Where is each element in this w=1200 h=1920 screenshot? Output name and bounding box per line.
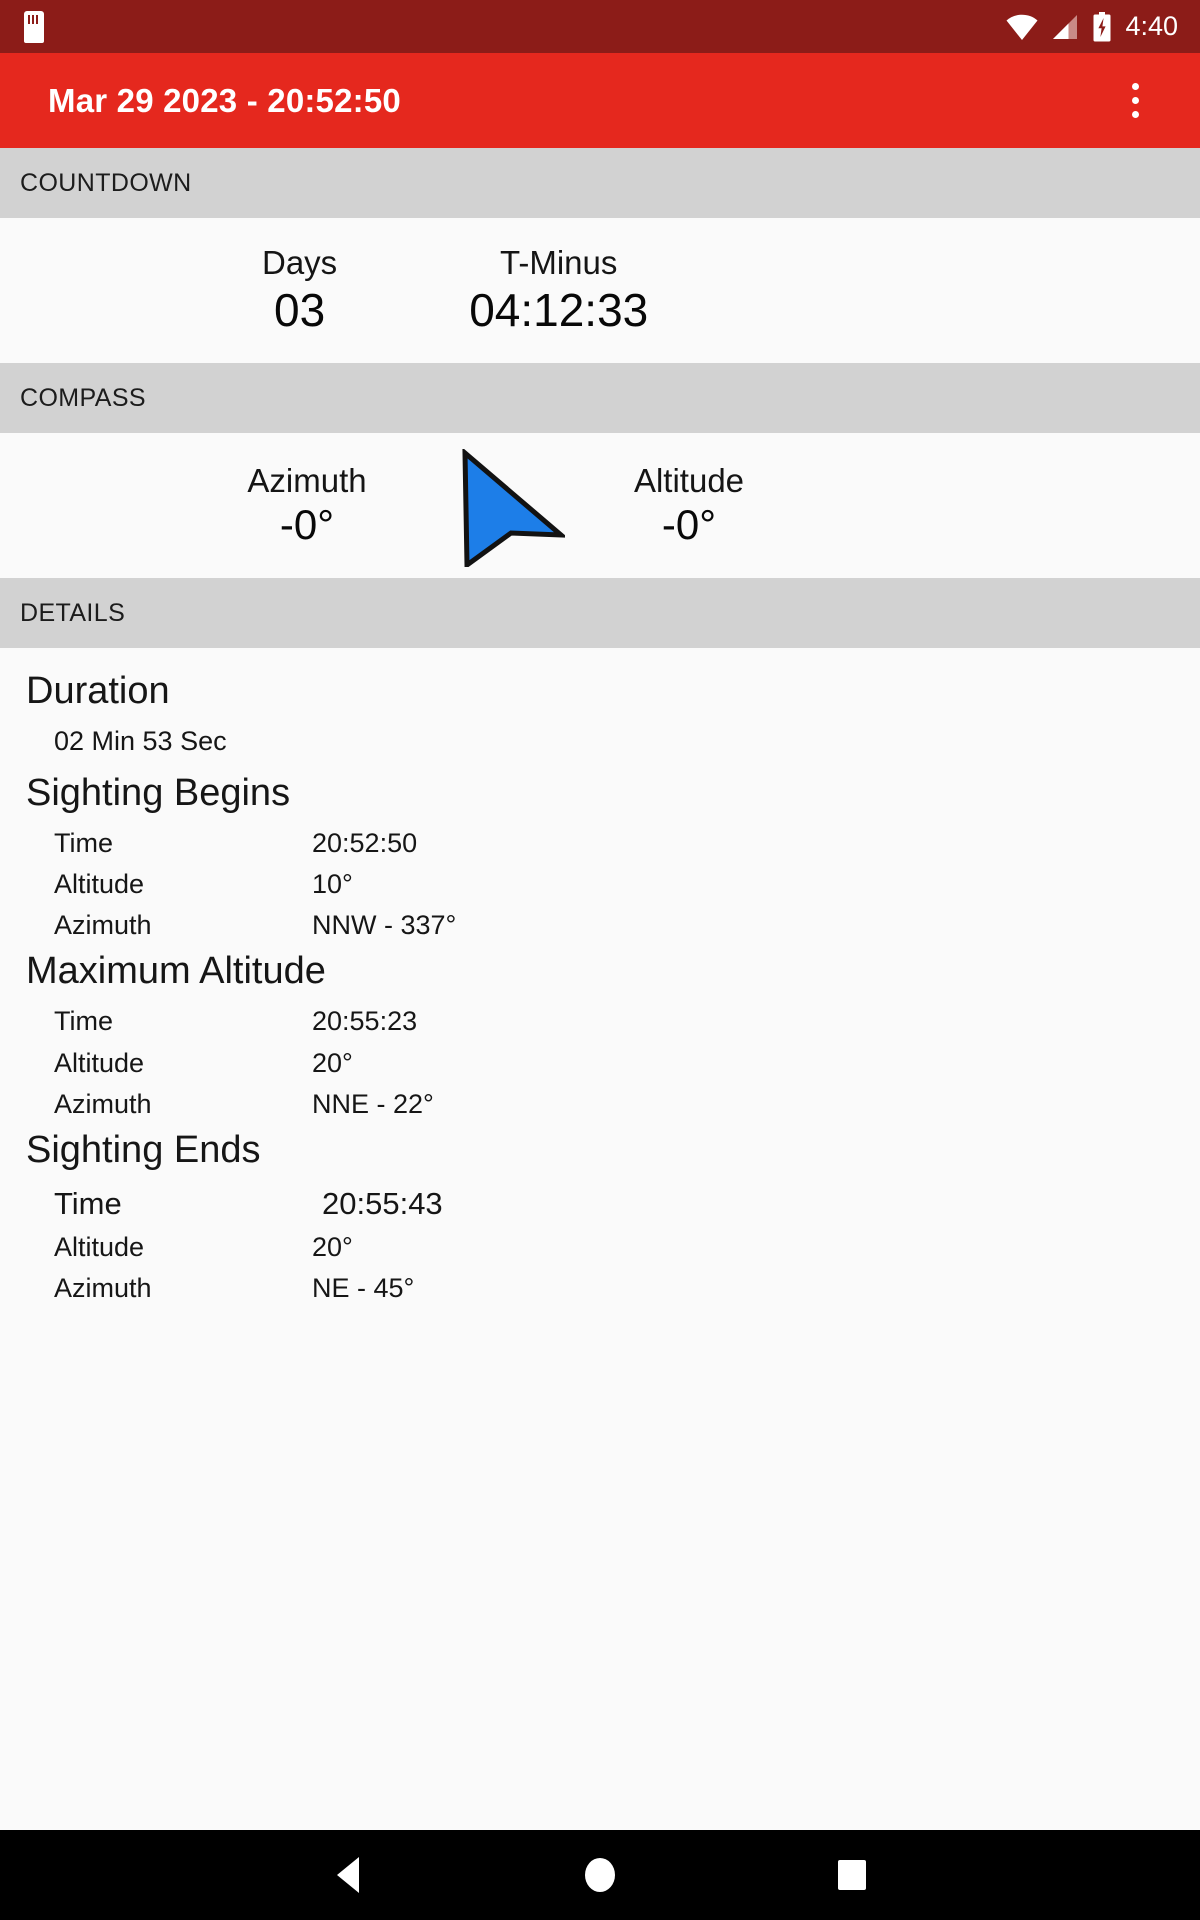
row-key: Altitude [54, 1231, 145, 1262]
row-key: Time [54, 828, 113, 859]
app-bar: Mar 29 2023 - 20:52:50 [0, 53, 1200, 148]
details-panel: Duration 02 Min 53 Sec Sighting Begins T… [0, 648, 1200, 1830]
home-circle-icon[interactable] [560, 1835, 640, 1915]
table-row: Time 20:55:23 [0, 1001, 1200, 1042]
back-glyph [337, 1857, 359, 1893]
sighting-ends-title: Sighting Ends [26, 1128, 261, 1171]
detail-group-maximum-altitude: Maximum Altitude Time 20:55:23 Altitude … [0, 946, 1200, 1124]
countdown-tminus: T-Minus 04:12:33 [469, 244, 648, 337]
row-key: Azimuth [54, 1273, 152, 1304]
overflow-dot [1131, 97, 1139, 104]
row-value: 20:55:43 [322, 1185, 443, 1221]
maximum-altitude-title: Maximum Altitude [26, 950, 326, 993]
section-header-countdown-label: COUNTDOWN [20, 168, 192, 197]
row-value: 20° [312, 1231, 353, 1262]
row-key: Azimuth [54, 910, 152, 941]
detail-group-sighting-begins: Sighting Begins Time 20:52:50 Altitude 1… [0, 768, 1200, 946]
table-row: Time 20:55:43 [0, 1180, 1200, 1227]
countdown-tminus-value: 04:12:33 [469, 283, 649, 336]
sd-card-icon [24, 10, 44, 43]
section-header-compass-label: COMPASS [20, 383, 146, 412]
countdown-days-label: Days [262, 243, 338, 281]
overflow-dot [1131, 83, 1139, 90]
countdown-days: Days 03 [262, 244, 337, 337]
section-header-details: DETAILS [0, 578, 1200, 648]
cellular-signal-icon [1053, 14, 1078, 39]
row-key: Altitude [54, 869, 145, 900]
row-key: Time [54, 1185, 122, 1221]
compass-azimuth: Azimuth -0° [192, 461, 422, 551]
row-key: Time [54, 1006, 113, 1037]
row-value: 10° [312, 869, 353, 900]
row-value: NNE - 22° [312, 1088, 434, 1119]
row-key: Altitude [54, 1047, 145, 1078]
home-glyph [585, 1858, 615, 1892]
table-row: Altitude 20° [0, 1227, 1200, 1268]
countdown-panel: Days 03 T-Minus 04:12:33 [0, 218, 1200, 363]
compass-altitude: Altitude -0° [574, 461, 804, 551]
wifi-icon [1006, 14, 1038, 40]
row-value: 20:52:50 [312, 828, 418, 859]
table-row: Altitude 20° [0, 1043, 1200, 1084]
compass-altitude-value: -0° [661, 501, 717, 549]
detail-group-duration: Duration 02 Min 53 Sec [0, 666, 1200, 762]
section-header-details-label: DETAILS [20, 598, 126, 627]
countdown-tminus-label: T-Minus [500, 243, 618, 281]
duration-title: Duration [26, 670, 170, 712]
compass-azimuth-label: Azimuth [247, 461, 367, 499]
duration-value: 02 Min 53 Sec [54, 726, 227, 757]
sighting-begins-title: Sighting Begins [26, 771, 291, 814]
row-value: 20° [312, 1047, 353, 1078]
status-bar-right: 4:40 [1006, 11, 1178, 42]
status-bar-left [24, 10, 44, 43]
table-row: Azimuth NNW - 337° [0, 905, 1200, 946]
section-header-countdown: COUNTDOWN [0, 148, 1200, 218]
compass-altitude-label: Altitude [633, 461, 745, 499]
row-value: NE - 45° [312, 1273, 415, 1304]
section-header-compass: COMPASS [0, 363, 1200, 433]
battery-charging-icon [1093, 11, 1111, 41]
navigation-arrow-icon [462, 449, 565, 567]
recents-square-icon[interactable] [812, 1835, 892, 1915]
row-value: NNW - 337° [312, 910, 457, 941]
overflow-dot [1131, 111, 1139, 118]
compass-azimuth-value: -0° [279, 501, 335, 549]
overflow-menu-icon[interactable] [1108, 74, 1162, 128]
table-row: Altitude 10° [0, 864, 1200, 905]
row-value: 20:55:23 [312, 1006, 418, 1037]
status-bar: 4:40 [0, 0, 1200, 53]
app-screen: 4:40 Mar 29 2023 - 20:52:50 COUNTDOWN Da… [0, 0, 1200, 1920]
compass-panel: Azimuth -0° Altitude -0° [0, 433, 1200, 578]
status-bar-clock: 4:40 [1125, 11, 1178, 41]
row-key: Azimuth [54, 1088, 152, 1119]
page-title: Mar 29 2023 - 20:52:50 [48, 81, 401, 119]
recents-glyph [838, 1860, 866, 1890]
table-row: Time 20:52:50 [0, 823, 1200, 864]
system-navigation-bar [0, 1830, 1200, 1920]
detail-group-sighting-ends: Sighting Ends Time 20:55:43 Altitude 20°… [0, 1125, 1200, 1309]
table-row: Azimuth NNE - 22° [0, 1084, 1200, 1125]
countdown-days-value: 03 [274, 283, 326, 336]
back-triangle-icon[interactable] [308, 1835, 388, 1915]
table-row: Azimuth NE - 45° [0, 1268, 1200, 1309]
